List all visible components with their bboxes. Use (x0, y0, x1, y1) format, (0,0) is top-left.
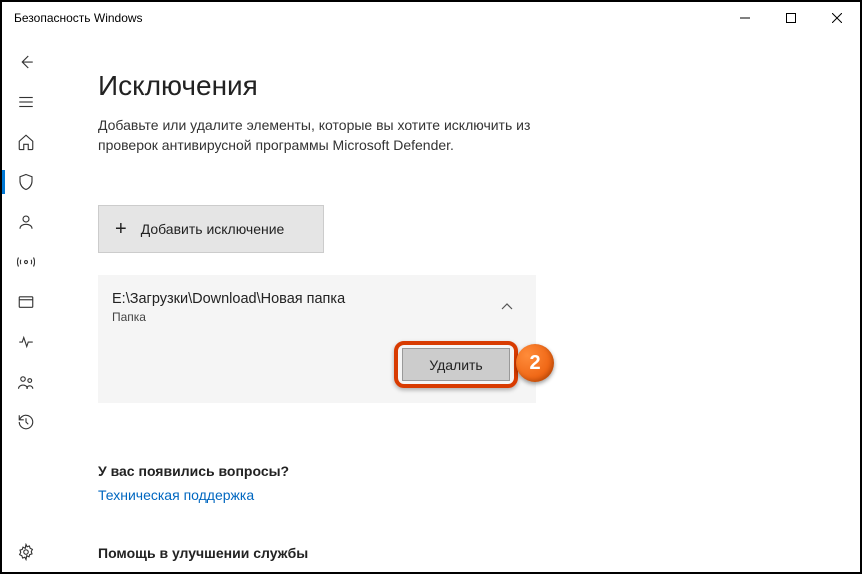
titlebar: Безопасность Windows (2, 2, 860, 34)
exclusion-item[interactable]: E:\Загрузки\Download\Новая папка Папка У… (98, 275, 536, 403)
plus-icon: + (115, 218, 127, 241)
exclusion-type: Папка (112, 310, 516, 324)
collapse-toggle[interactable] (500, 299, 514, 318)
heart-rate-icon (17, 333, 35, 351)
close-icon (832, 13, 842, 23)
chevron-up-icon (500, 299, 514, 313)
questions-section: У вас появились вопросы? Техническая под… (98, 463, 812, 503)
home-icon (17, 133, 35, 151)
annotation-badge: 2 (516, 344, 554, 382)
page-heading: Исключения (98, 70, 812, 102)
nav-device-security[interactable] (2, 322, 50, 362)
delete-button[interactable]: Удалить (402, 348, 510, 381)
window-title: Безопасность Windows (14, 11, 143, 25)
questions-title: У вас появились вопросы? (98, 463, 812, 479)
menu-button[interactable] (2, 82, 50, 122)
close-button[interactable] (814, 2, 860, 34)
window-controls (722, 2, 860, 34)
back-arrow-icon (17, 53, 35, 71)
maximize-icon (786, 13, 796, 23)
sidebar (2, 34, 50, 572)
nav-virus-protection[interactable] (2, 162, 50, 202)
app-control-icon (17, 293, 35, 311)
support-link[interactable]: Техническая поддержка (98, 487, 812, 503)
history-icon (17, 413, 35, 431)
exclusion-path: E:\Загрузки\Download\Новая папка (112, 291, 516, 307)
minimize-button[interactable] (722, 2, 768, 34)
minimize-icon (740, 13, 750, 23)
network-icon (17, 253, 35, 271)
hamburger-icon (17, 93, 35, 111)
back-button[interactable] (2, 42, 50, 82)
maximize-button[interactable] (768, 2, 814, 34)
nav-account[interactable] (2, 202, 50, 242)
nav-history[interactable] (2, 402, 50, 442)
nav-firewall[interactable] (2, 242, 50, 282)
gear-icon (17, 543, 35, 561)
add-exclusion-button[interactable]: + Добавить исключение (98, 205, 324, 253)
shield-icon (17, 173, 35, 191)
content-area: Исключения Добавьте или удалите элементы… (50, 34, 860, 572)
nav-family[interactable] (2, 362, 50, 402)
nav-app-browser[interactable] (2, 282, 50, 322)
help-title: Помощь в улучшении службы (98, 545, 812, 561)
family-icon (17, 373, 35, 391)
add-button-label: Добавить исключение (141, 221, 285, 237)
account-icon (17, 213, 35, 231)
page-description: Добавьте или удалите элементы, которые в… (98, 116, 538, 155)
nav-home[interactable] (2, 122, 50, 162)
nav-settings[interactable] (2, 532, 50, 572)
